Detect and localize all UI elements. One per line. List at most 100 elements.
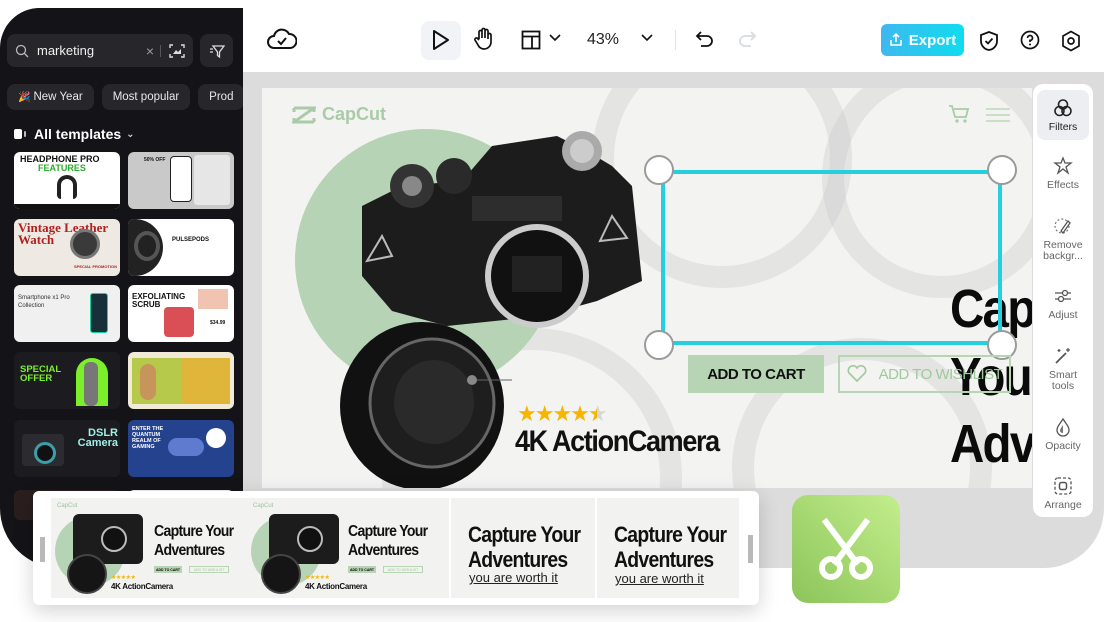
full-stars: ★★★★ xyxy=(517,401,590,426)
export-button[interactable]: Export xyxy=(881,24,964,56)
adjust-icon xyxy=(1055,289,1071,303)
template-title: SPECIAL OFFER xyxy=(20,364,62,385)
capcut-logo: CapCut xyxy=(292,104,386,125)
export-label: Export xyxy=(908,31,957,49)
half-star: ★ xyxy=(587,401,608,426)
thumb-brand: CapCut xyxy=(57,503,78,509)
template-card[interactable]: 50% OFF xyxy=(128,152,234,209)
remove-background-label: Remove backgr... xyxy=(1043,239,1083,263)
redo-icon[interactable] xyxy=(737,30,757,50)
resize-handle-bottom-left[interactable] xyxy=(644,330,674,360)
selection-box[interactable] xyxy=(661,170,1002,345)
filter-icon xyxy=(209,44,225,58)
add-to-cart-button[interactable]: ADD TO CART xyxy=(688,355,824,393)
category-chips: 🎉 New Year Most popular Prod xyxy=(7,84,243,110)
capcut-logo-icon xyxy=(292,106,316,123)
menu-icon[interactable] xyxy=(986,108,1010,127)
resize-handle-top-right[interactable] xyxy=(987,155,1017,185)
template-card[interactable]: EXFOLIATING SCRUB $34.99 xyxy=(128,285,234,342)
hand-icon[interactable] xyxy=(473,27,495,51)
settings-icon[interactable] xyxy=(1061,30,1081,52)
thumb-product: 4K ActionCamera xyxy=(111,582,173,591)
adjust-button[interactable]: Adjust xyxy=(1037,286,1089,321)
template-card[interactable]: HEADPHONE PRO FEATURES xyxy=(14,152,120,209)
thumb-cart: ADD TO CART xyxy=(154,566,182,573)
chip-label: New Year xyxy=(33,91,83,103)
template-card[interactable] xyxy=(128,352,234,409)
variation-thumbnail[interactable]: CapCut Capture Your Adventures ADD TO CAR… xyxy=(247,498,449,598)
brand-name: CapCut xyxy=(322,104,386,124)
pointer-icon[interactable] xyxy=(431,29,451,51)
top-toolbar: 43% Export xyxy=(243,0,1104,72)
opacity-icon xyxy=(1056,417,1070,437)
template-card[interactable]: Smartphone x1 Pro Collection xyxy=(14,285,120,342)
chip-products[interactable]: Prod xyxy=(198,84,243,110)
chip-new-year[interactable]: 🎉 New Year xyxy=(7,84,94,110)
headline-line-2: Adventures xyxy=(950,414,1032,474)
template-title: Vintage Leather Watch xyxy=(18,220,108,248)
resize-handle-top-left[interactable] xyxy=(644,155,674,185)
magic-wand-icon xyxy=(1055,348,1070,364)
chip-most-popular[interactable]: Most popular xyxy=(101,84,191,110)
clear-search-icon[interactable]: × xyxy=(146,43,154,59)
filters-button[interactable]: Filters xyxy=(1037,90,1089,140)
scissors-icon xyxy=(819,518,873,580)
template-subtitle: 50% OFF xyxy=(144,157,166,163)
templates-icon xyxy=(14,129,26,139)
arrange-icon xyxy=(1054,477,1072,495)
party-popper-icon: 🎉 xyxy=(18,91,31,103)
add-to-wishlist-button[interactable]: ADD TO WISHLIST xyxy=(838,355,1011,393)
help-icon[interactable] xyxy=(1020,30,1040,50)
effects-icon xyxy=(1053,156,1073,175)
opacity-button[interactable]: Opacity xyxy=(1037,417,1089,452)
chip-label: Prod xyxy=(209,91,234,103)
thumb-headline: Capture Your Adventures xyxy=(348,523,428,560)
layout-icon[interactable] xyxy=(521,30,541,50)
arrange-button[interactable]: Arrange xyxy=(1037,476,1089,511)
thumb-headline: Capture Your Adventures xyxy=(154,523,234,560)
smart-tools-button[interactable]: Smart tools xyxy=(1037,346,1089,392)
template-card[interactable]: PULSEPODS xyxy=(128,219,234,276)
arrange-label: Arrange xyxy=(1044,499,1082,511)
variation-thumbnail[interactable]: Capture Your Adventures you are worth it xyxy=(451,498,595,598)
zoom-chevron-down-icon[interactable] xyxy=(641,34,653,42)
variation-thumbnail[interactable]: CapCut Capture Your Adventures ADD TO CAR… xyxy=(51,498,247,598)
layout-chevron-down-icon[interactable] xyxy=(549,34,561,42)
effects-button[interactable]: Effects xyxy=(1037,156,1089,191)
rating-stars: ★★★★★ xyxy=(517,401,608,427)
properties-panel: Filters Effects Remove backgr... Adjust … xyxy=(1033,84,1093,517)
search-input[interactable]: marketing × xyxy=(7,34,193,67)
camera-body-image xyxy=(362,131,642,328)
shield-check-icon[interactable] xyxy=(979,30,999,52)
template-card[interactable]: Vintage Leather Watch SPECIAL PROMOTION xyxy=(14,219,120,276)
undo-icon[interactable] xyxy=(695,30,715,50)
thumb-cart: ADD TO CART xyxy=(348,566,376,573)
cloud-check-icon[interactable] xyxy=(267,26,297,52)
thumb-product: 4K ActionCamera xyxy=(305,582,367,591)
thumb-stars: ★★★★★ xyxy=(111,575,136,581)
strip-scroll-left[interactable] xyxy=(40,537,45,562)
chip-label: Most popular xyxy=(112,91,180,103)
template-card[interactable]: DSLR Camera xyxy=(14,420,120,477)
lens-image xyxy=(340,322,512,488)
variations-strip: CapCut Capture Your Adventures ADD TO CAR… xyxy=(33,491,759,605)
heart-icon xyxy=(847,365,867,383)
strip-scroll-right[interactable] xyxy=(748,535,753,563)
capcut-editor: CapCut Capture Your xyxy=(0,0,1104,622)
image-search-icon[interactable] xyxy=(169,43,185,59)
thumb-wish: ADD TO WISHLIST xyxy=(189,566,229,573)
filters-icon xyxy=(1054,99,1072,117)
template-title: DSLR Camera xyxy=(77,427,118,450)
chevron-down-icon: ⌄ xyxy=(126,128,135,140)
variation-thumbnail[interactable]: Capture Your Adventures you are worth it xyxy=(597,498,739,598)
zoom-level[interactable]: 43% xyxy=(587,31,619,49)
adjust-label: Adjust xyxy=(1048,309,1078,321)
template-card[interactable]: SPECIAL OFFER xyxy=(14,352,120,409)
template-subtitle: SPECIAL PROMOTION xyxy=(74,264,118,269)
template-card[interactable]: ENTER THE QUANTUM REALM OF GAMING xyxy=(128,420,234,477)
filter-button[interactable] xyxy=(200,34,233,67)
cart-icon[interactable] xyxy=(948,104,970,129)
effects-label: Effects xyxy=(1047,179,1079,191)
all-templates-dropdown[interactable]: All templates ⌄ xyxy=(14,126,135,142)
remove-background-button[interactable]: Remove backgr... xyxy=(1037,216,1089,262)
